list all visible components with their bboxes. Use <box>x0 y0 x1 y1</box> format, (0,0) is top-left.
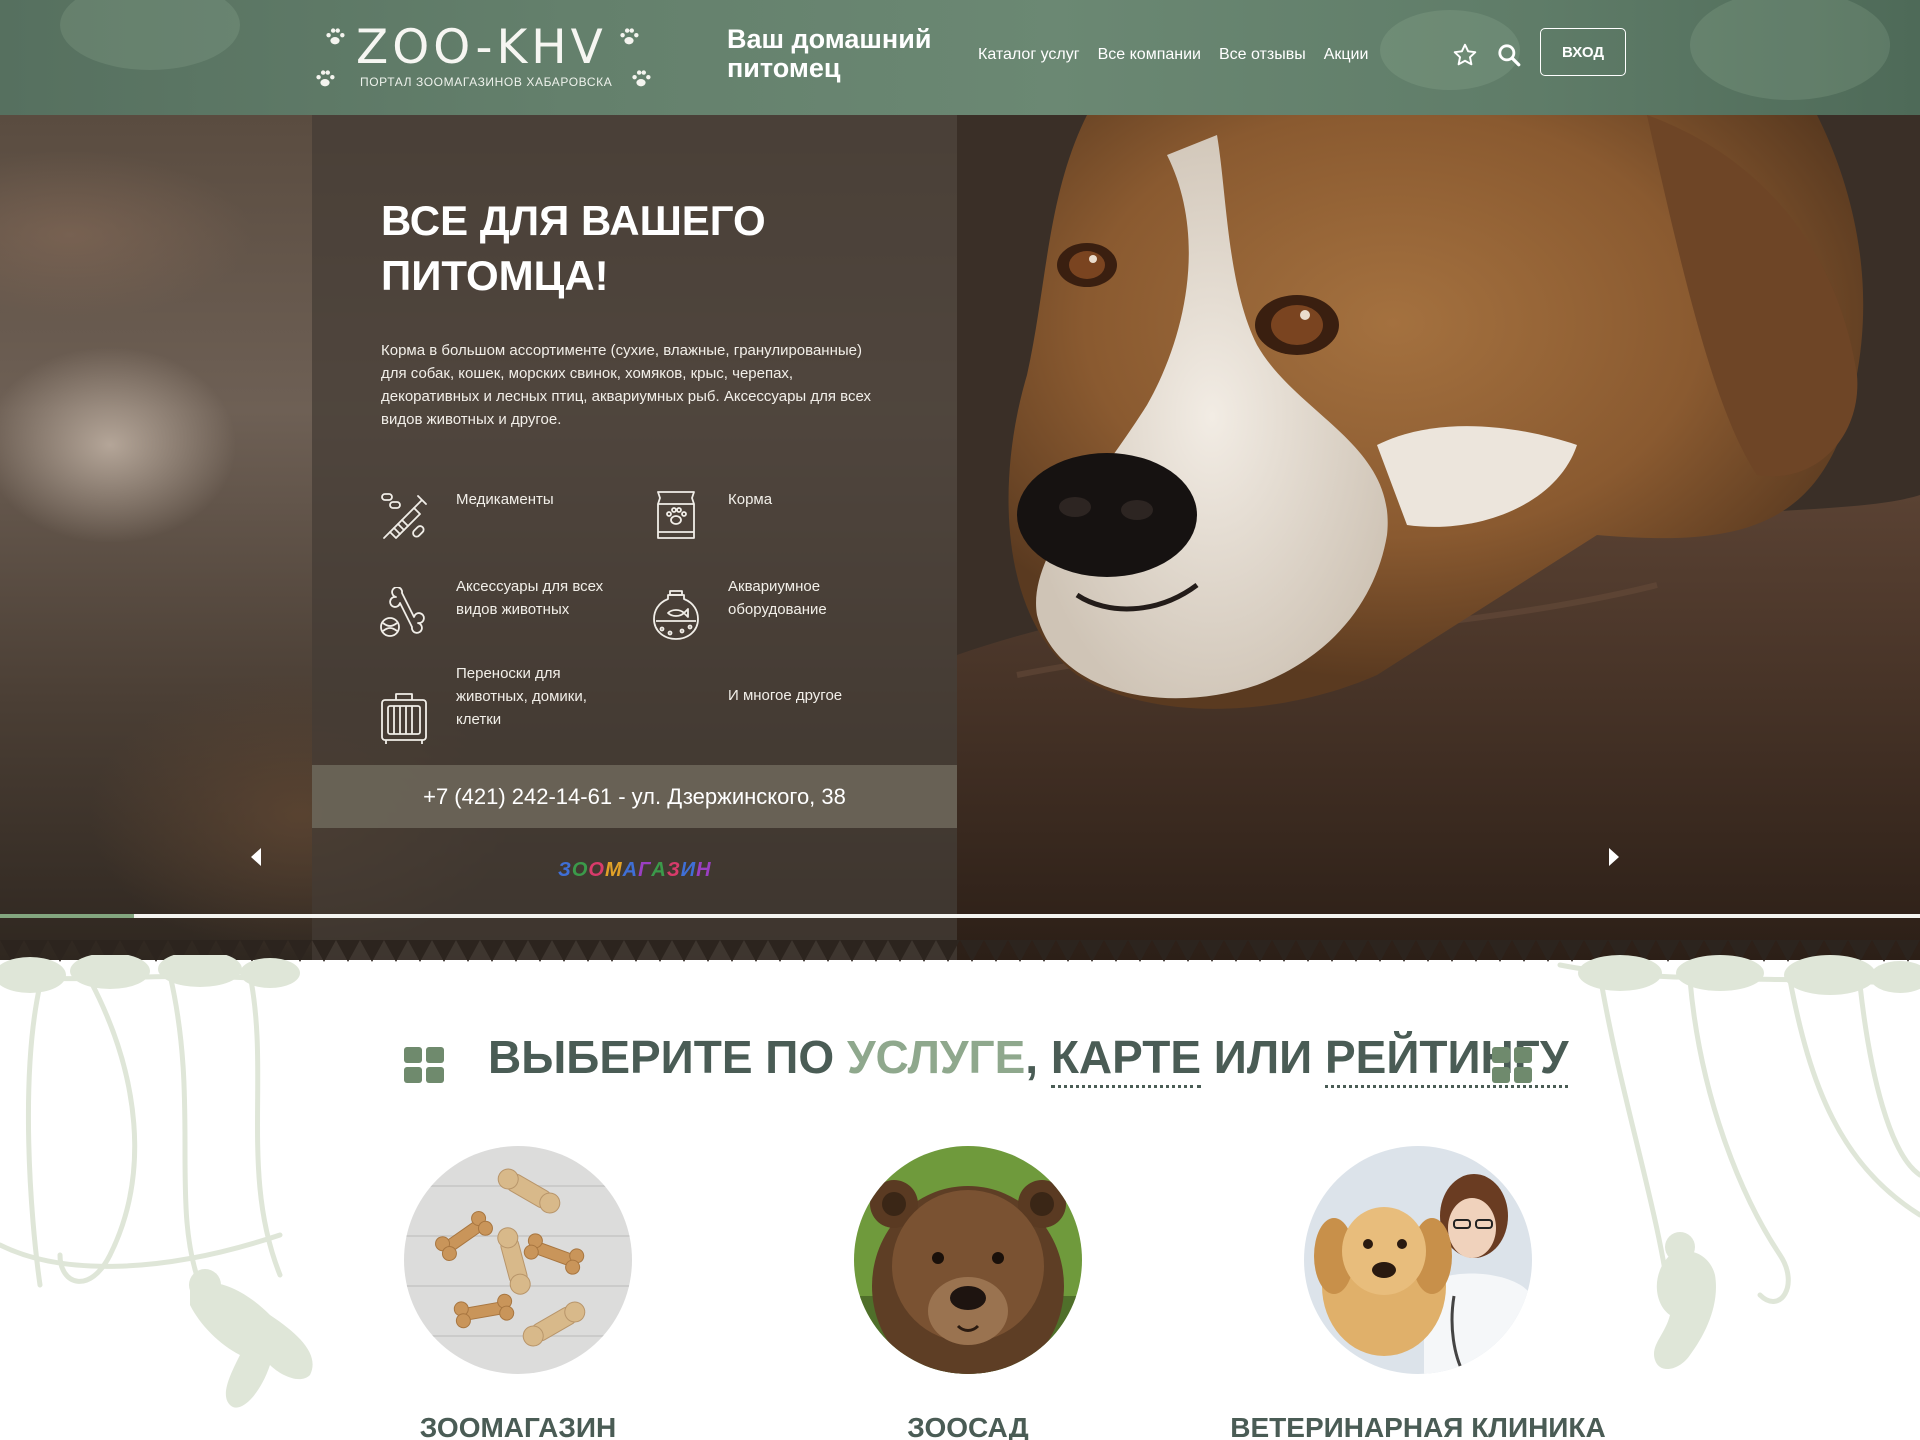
section-title-text: ВЫБЕРИТЕ ПО <box>488 1031 847 1083</box>
medicine-icon <box>381 493 427 539</box>
brand-letter: З <box>666 859 681 881</box>
card-image-vet-clinic[interactable] <box>1304 1146 1532 1374</box>
bear-image <box>854 1146 1082 1374</box>
grid-icon <box>404 1047 444 1083</box>
brand-letter: З <box>558 859 572 881</box>
site-logo[interactable]: ZOO-KHV ПОРТАЛ ЗООМАГАЗИНОВ ХАБАРОВСКА <box>312 16 652 96</box>
nav-item-promotions[interactable]: Акции <box>1324 46 1369 64</box>
feature-label: Корма <box>728 491 773 508</box>
card-image-zoo[interactable] <box>854 1146 1082 1374</box>
next-slide-arrow[interactable] <box>1606 845 1622 869</box>
section-title-service[interactable]: УСЛУГЕ <box>847 1031 1025 1083</box>
header-decor <box>1690 0 1890 100</box>
vet-with-puppy-image <box>1304 1146 1532 1374</box>
feature-label: Аксессуары для всех видов животных <box>456 578 604 618</box>
card-label-vet-clinic[interactable]: ВЕТЕРИНАРНАЯ КЛИНИКА <box>1208 1412 1628 1440</box>
paw-icon <box>632 70 651 87</box>
logo-wordmark: ZOO-KHV <box>356 20 607 75</box>
nav-item-companies[interactable]: Все компании <box>1098 46 1201 64</box>
feature-label: Аквариумное оборудование <box>728 578 827 618</box>
brand-letter: Г <box>638 859 652 881</box>
slider-progress-fill <box>0 914 135 918</box>
brand-letter: А <box>651 859 667 881</box>
login-button[interactable]: ВХОД <box>1540 28 1626 76</box>
hero-description: Корма в большом ассортименте (сухие, вла… <box>381 342 871 428</box>
header-decor <box>60 0 240 70</box>
jungle-vines-right <box>1557 955 1920 1370</box>
hero-title-line: ПИТОМЦА! <box>381 252 609 299</box>
star-icon[interactable] <box>1452 42 1478 68</box>
brand-letter: А <box>622 859 639 881</box>
contact-bar[interactable]: +7 (421) 242-14-61 - ул. Дзержинского, 3… <box>312 765 957 828</box>
grid-icon <box>1492 1047 1532 1083</box>
logo-subtitle: ПОРТАЛ ЗООМАГАЗИНОВ ХАБАРОВСКА <box>360 75 613 89</box>
hero-slider: ВСЕ ДЛЯ ВАШЕГО ПИТОМЦА! Корма в большом … <box>0 115 1920 960</box>
nav-item-reviews[interactable]: Все отзывы <box>1219 46 1306 64</box>
paw-icon <box>620 28 639 45</box>
pet-carrier-icon <box>381 693 427 744</box>
card-image-pet-store[interactable] <box>404 1146 632 1374</box>
dog-photo <box>957 115 1920 960</box>
brand-letter: Н <box>696 859 712 881</box>
site-header: ZOO-KHV ПОРТАЛ ЗООМАГАЗИНОВ ХАБАРОВСКА В… <box>0 0 1920 115</box>
hero-title: ВСЕ ДЛЯ ВАШЕГО ПИТОМЦА! <box>381 193 881 303</box>
brand-letter: И <box>680 859 697 881</box>
feature-label: Переноски для животных, домики, клетки <box>456 665 587 728</box>
brand-letter: О <box>588 859 605 881</box>
card-label-pet-store[interactable]: ЗООМАГАЗИН <box>308 1412 728 1440</box>
bone-ball-icon <box>380 587 425 637</box>
main-nav: Каталог услуг Все компании Все отзывы Ак… <box>978 46 1368 64</box>
section-title-separator: , <box>1025 1031 1051 1083</box>
paw-icon <box>326 28 345 45</box>
brand-logo[interactable]: ЗООМАГАЗИН <box>558 859 712 882</box>
section-title-or: ИЛИ <box>1201 1031 1325 1083</box>
feature-label: И многое другое <box>728 687 843 704</box>
slider-progress <box>0 914 1920 918</box>
section-title: ВЫБЕРИТЕ ПО УСЛУГЕ, КАРТЕ ИЛИ РЕЙТИНГУ <box>488 1030 1569 1088</box>
search-icon[interactable] <box>1496 42 1522 68</box>
nav-item-catalog[interactable]: Каталог услуг <box>978 46 1080 64</box>
brand-letter: О <box>571 859 589 881</box>
paw-icon <box>316 70 335 87</box>
hero-title-line: ВСЕ ДЛЯ ВАШЕГО <box>381 197 766 244</box>
aquarium-icon <box>653 590 699 640</box>
site-tagline: Ваш домашний питомец <box>727 24 932 83</box>
section-title-map-link[interactable]: КАРТЕ <box>1050 1031 1201 1088</box>
jungle-vines-left <box>0 955 313 1408</box>
card-label-zoo[interactable]: ЗООСАД <box>758 1412 1178 1440</box>
food-bag-icon <box>657 491 695 539</box>
brand-letter: М <box>604 859 623 881</box>
feature-label: Медикаменты <box>456 491 554 508</box>
prev-slide-arrow[interactable] <box>248 845 264 869</box>
dog-treats-image <box>404 1146 632 1374</box>
